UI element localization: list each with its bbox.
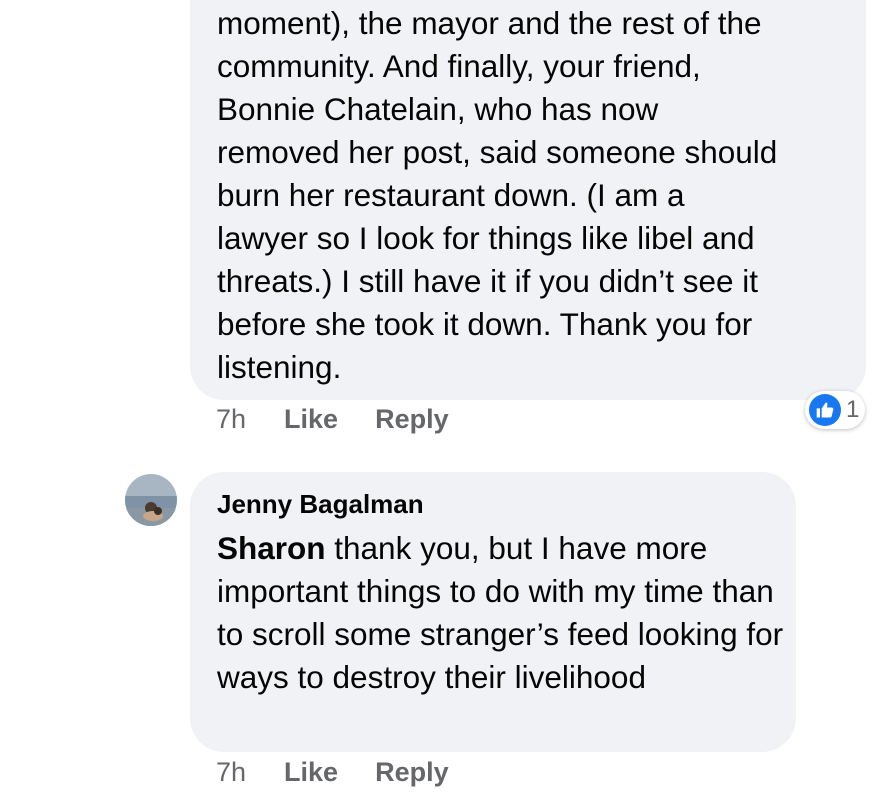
- comment-timestamp[interactable]: 7h: [216, 404, 246, 435]
- like-button[interactable]: Like: [284, 757, 338, 788]
- reply-button[interactable]: Reply: [375, 757, 449, 788]
- comment-text: Sharon thank you, but I have more import…: [217, 527, 787, 699]
- mention-link[interactable]: Sharon: [217, 530, 326, 566]
- reaction-badge[interactable]: 1: [805, 391, 865, 429]
- reaction-count: 1: [846, 396, 860, 423]
- comment-bubble: moment), the mayor and the rest of the c…: [190, 0, 866, 400]
- comment-author[interactable]: Jenny Bagalman: [217, 489, 424, 520]
- avatar[interactable]: [125, 474, 177, 526]
- thumbs-up-icon: [809, 394, 841, 426]
- like-button[interactable]: Like: [284, 404, 338, 435]
- comment-actions: 7h Like Reply: [216, 404, 449, 435]
- reply-button[interactable]: Reply: [375, 404, 449, 435]
- comment-actions: 7h Like Reply: [216, 757, 449, 788]
- comment-timestamp[interactable]: 7h: [216, 757, 246, 788]
- comment-bubble: Jenny Bagalman Sharon thank you, but I h…: [190, 472, 796, 752]
- comment-text: moment), the mayor and the rest of the c…: [217, 5, 778, 385]
